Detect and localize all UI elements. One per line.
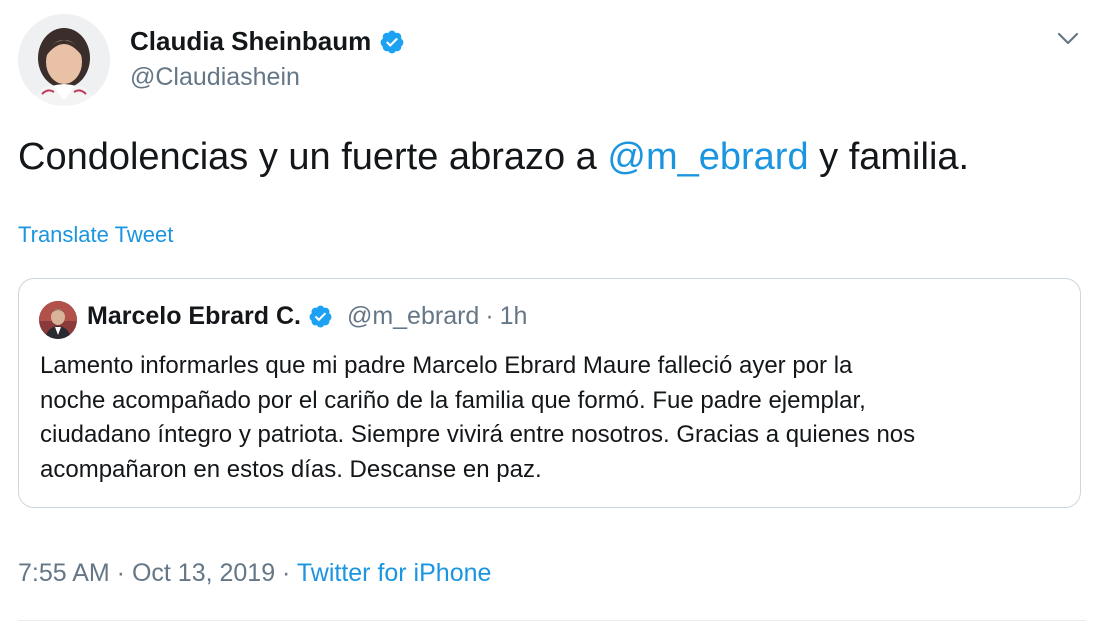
author-display-name[interactable]: Claudia Sheinbaum [130, 26, 371, 57]
verified-badge-icon [308, 304, 333, 329]
quoted-author-avatar [39, 301, 77, 339]
tweet-source-link[interactable]: Twitter for iPhone [297, 559, 492, 587]
verified-badge-icon [379, 29, 405, 55]
translate-tweet-link[interactable]: Translate Tweet [18, 222, 173, 248]
tweet-card: Claudia Sheinbaum @Claudiashein Condolen… [0, 0, 1105, 630]
meta-separator: · [109, 559, 132, 587]
quoted-handle: @m_ebrard [346, 302, 480, 330]
author-name-row: Claudia Sheinbaum [130, 26, 405, 57]
tweet-time[interactable]: 7:55 AM [18, 559, 110, 587]
quoted-tweet-text: Lamento informarles que mi padre Marcelo… [40, 352, 916, 483]
quoted-avatar-image [39, 301, 77, 339]
quoted-separator: · [485, 302, 494, 330]
quoted-tweet[interactable]: Marcelo Ebrard C. @m_ebrard · 1h Lamento… [18, 278, 1081, 508]
quoted-display-name: Marcelo Ebrard C. [87, 302, 301, 330]
divider [18, 620, 1086, 621]
author-avatar-image [18, 14, 110, 106]
chevron-down-icon[interactable] [1055, 25, 1081, 51]
author-handle[interactable]: @Claudiashein [130, 63, 300, 92]
quoted-header: Marcelo Ebrard C. @m_ebrard · 1h [87, 302, 527, 331]
meta-separator: · [275, 559, 297, 587]
mention-link[interactable]: @m_ebrard [607, 136, 808, 178]
quoted-timestamp: 1h [499, 302, 528, 330]
tweet-text-prefix: Condolencias y un fuerte abrazo a [18, 136, 608, 178]
tweet-text: Condolencias y un fuerte abrazo a @m_ebr… [18, 133, 969, 181]
tweet-text-suffix: y familia. [808, 136, 970, 178]
tweet-meta: 7:55 AM · Oct 13, 2019 · Twitter for iPh… [18, 559, 491, 588]
author-avatar[interactable] [18, 14, 110, 106]
tweet-date[interactable]: Oct 13, 2019 [132, 559, 275, 587]
